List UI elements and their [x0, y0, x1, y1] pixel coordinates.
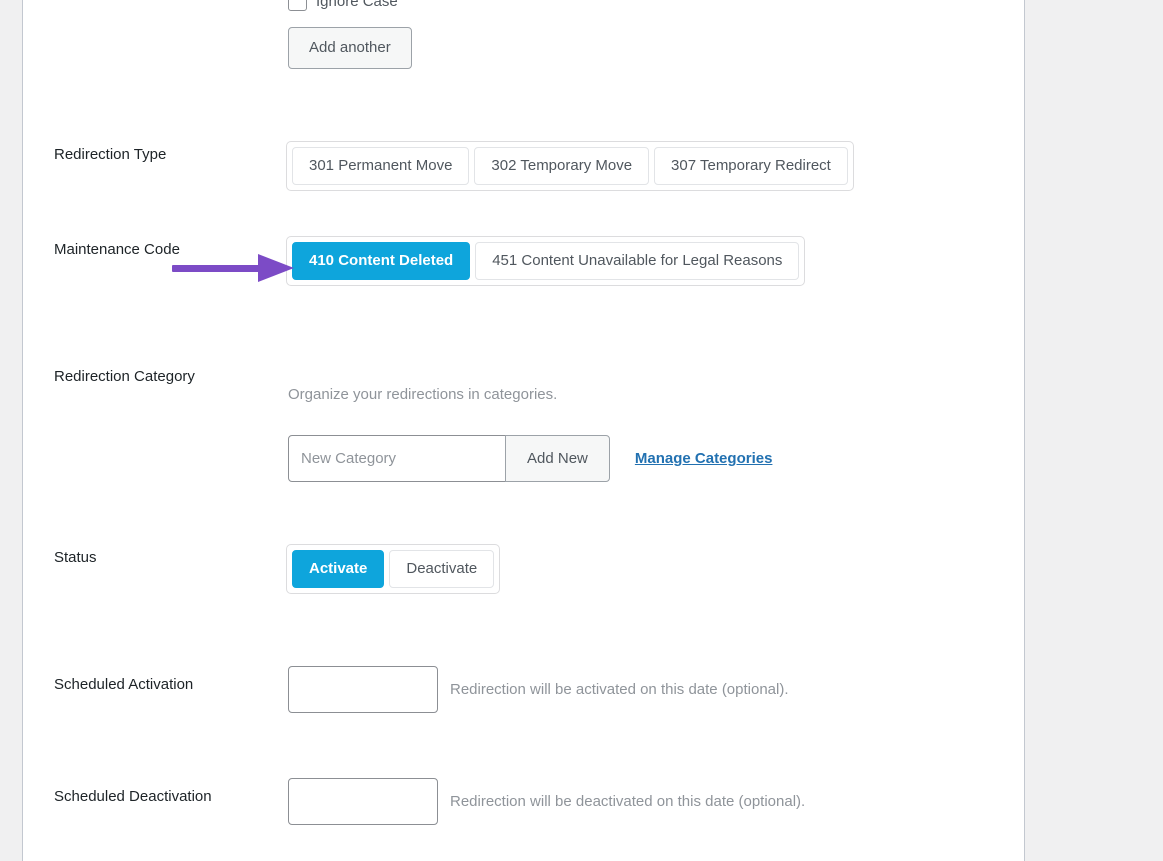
scheduled-activation-label: Scheduled Activation: [54, 676, 194, 693]
redirection-category-label: Redirection Category: [54, 368, 195, 385]
status-label: Status: [54, 549, 97, 566]
maintenance-code-label: Maintenance Code: [54, 241, 180, 258]
admin-content-panel: Ignore Case Add another Redirection Type…: [22, 0, 1025, 861]
new-category-input[interactable]: [288, 435, 506, 482]
add-new-category-button[interactable]: Add New: [505, 435, 610, 482]
add-another-button[interactable]: Add another: [288, 27, 412, 69]
screen: Ignore Case Add another Redirection Type…: [0, 0, 1163, 861]
scheduled-deactivation-label: Scheduled Deactivation: [54, 788, 212, 805]
redirection-type-option-301[interactable]: 301 Permanent Move: [292, 147, 470, 185]
maintenance-code-option-410[interactable]: 410 Content Deleted: [292, 242, 471, 280]
scheduled-activation-help: Redirection will be activated on this da…: [450, 680, 789, 698]
status-option-activate[interactable]: Activate: [292, 550, 385, 588]
scheduled-deactivation-help: Redirection will be deactivated on this …: [450, 792, 806, 810]
ignore-case-label: Ignore Case: [316, 0, 398, 10]
redirection-category-description: Organize your redirections in categories…: [288, 386, 558, 403]
status-group: Activate Deactivate: [286, 544, 501, 594]
ignore-case-control[interactable]: Ignore Case: [288, 0, 398, 11]
manage-categories-link[interactable]: Manage Categories: [635, 450, 773, 467]
redirection-type-label: Redirection Type: [54, 146, 167, 163]
status-option-deactivate[interactable]: Deactivate: [389, 550, 495, 588]
scheduled-activation-input[interactable]: [288, 666, 438, 713]
ignore-case-checkbox[interactable]: [288, 0, 307, 11]
redirection-type-option-307[interactable]: 307 Temporary Redirect: [654, 147, 848, 185]
redirection-type-group: 301 Permanent Move 302 Temporary Move 30…: [286, 141, 854, 191]
redirection-type-option-302[interactable]: 302 Temporary Move: [474, 147, 650, 185]
scheduled-deactivation-input[interactable]: [288, 778, 438, 825]
maintenance-code-group: 410 Content Deleted 451 Content Unavaila…: [286, 236, 806, 286]
maintenance-code-option-451[interactable]: 451 Content Unavailable for Legal Reason…: [475, 242, 800, 280]
